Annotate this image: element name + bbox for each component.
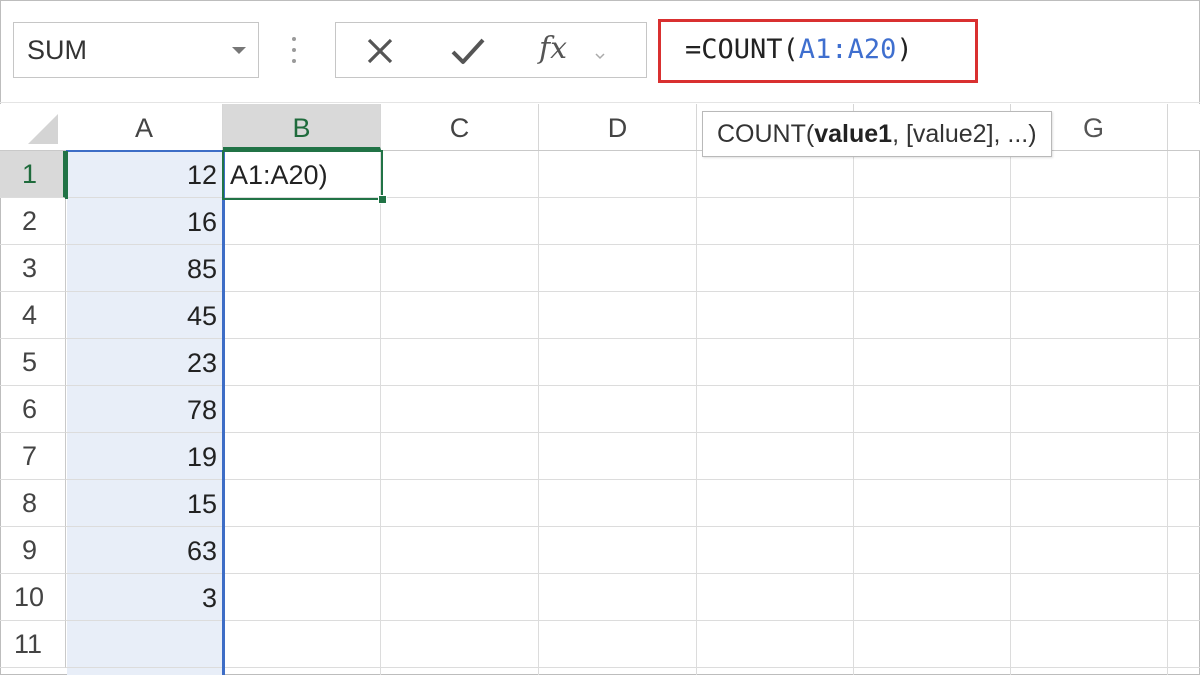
column-header-h[interactable] bbox=[1168, 104, 1200, 150]
gridline bbox=[66, 291, 1200, 292]
cell-a1[interactable]: 12 bbox=[67, 152, 217, 198]
cell-a9[interactable]: 63 bbox=[67, 528, 217, 574]
row-header-8[interactable]: 8 bbox=[0, 480, 66, 527]
gridline bbox=[1167, 150, 1168, 675]
row-header-6[interactable]: 6 bbox=[0, 386, 66, 433]
row-header-4[interactable]: 4 bbox=[0, 292, 66, 339]
gridline bbox=[66, 620, 1200, 621]
row-header-2[interactable]: 2 bbox=[0, 198, 66, 245]
column-header-c[interactable]: C bbox=[381, 104, 539, 150]
formula-buttons: fx bbox=[335, 22, 647, 78]
tooltip-function[interactable]: COUNT( bbox=[717, 120, 814, 148]
column-header-b[interactable]: B bbox=[223, 104, 381, 150]
gridline bbox=[66, 573, 1200, 574]
gridline bbox=[66, 244, 1200, 245]
range-border bbox=[222, 150, 225, 675]
active-cell-text: A1:A20) bbox=[230, 160, 328, 190]
select-all-icon bbox=[28, 114, 58, 144]
gridline bbox=[380, 150, 381, 675]
check-icon[interactable] bbox=[450, 35, 486, 67]
divider bbox=[0, 102, 1200, 103]
row-header-11[interactable]: 11 bbox=[0, 621, 66, 668]
formula-text: =COUNT(A1:A20) bbox=[685, 34, 913, 65]
chevron-down-icon[interactable] bbox=[595, 47, 605, 60]
cell-a3[interactable]: 85 bbox=[67, 246, 217, 292]
cell-a2[interactable]: 16 bbox=[67, 199, 217, 245]
name-box-value: SUM bbox=[27, 35, 87, 65]
gridline bbox=[1010, 150, 1011, 675]
cell-a10[interactable]: 3 bbox=[67, 575, 217, 621]
row-header-3[interactable]: 3 bbox=[0, 245, 66, 292]
row-header-10[interactable]: 10 bbox=[0, 574, 66, 621]
row-header-9[interactable]: 9 bbox=[0, 527, 66, 574]
tooltip-rest: , [value2], ...) bbox=[892, 120, 1037, 148]
column-header-a[interactable]: A bbox=[66, 104, 223, 150]
gridline bbox=[696, 150, 697, 675]
name-box[interactable]: SUM bbox=[13, 22, 259, 78]
cell-a4[interactable]: 45 bbox=[67, 293, 217, 339]
row-header-7[interactable]: 7 bbox=[0, 433, 66, 480]
cell-a5[interactable]: 23 bbox=[67, 340, 217, 386]
cell-a8[interactable]: 15 bbox=[67, 481, 217, 527]
gridline bbox=[538, 150, 539, 675]
tooltip-current-arg: value1 bbox=[814, 120, 893, 148]
row-header-1[interactable]: 1 bbox=[0, 151, 66, 198]
gridline bbox=[66, 526, 1200, 527]
gridline bbox=[66, 667, 1200, 668]
formula-prefix: =COUNT( bbox=[685, 34, 799, 65]
drag-handle-icon[interactable] bbox=[292, 37, 296, 65]
range-border bbox=[66, 150, 225, 152]
fill-handle[interactable] bbox=[378, 195, 387, 204]
gridline bbox=[853, 150, 854, 675]
close-icon[interactable] bbox=[364, 35, 396, 67]
column-header-d[interactable]: D bbox=[539, 104, 697, 150]
range-border bbox=[65, 151, 68, 199]
formula-input[interactable]: =COUNT(A1:A20) bbox=[658, 19, 978, 83]
gridline bbox=[66, 338, 1200, 339]
cell-a6[interactable]: 78 bbox=[67, 387, 217, 433]
gridline bbox=[66, 479, 1200, 480]
insert-function-button[interactable]: fx bbox=[539, 31, 567, 66]
gridline bbox=[66, 385, 1200, 386]
formula-range-ref: A1:A20 bbox=[798, 34, 897, 65]
function-tooltip: COUNT(value1, [value2], ...) bbox=[702, 111, 1052, 157]
gridline bbox=[66, 432, 1200, 433]
cell-a7[interactable]: 19 bbox=[67, 434, 217, 480]
name-box-dropdown-icon[interactable] bbox=[232, 47, 246, 54]
row-header-5[interactable]: 5 bbox=[0, 339, 66, 386]
column-header-g-label: G bbox=[1083, 113, 1105, 143]
formula-suffix: ) bbox=[896, 34, 913, 65]
